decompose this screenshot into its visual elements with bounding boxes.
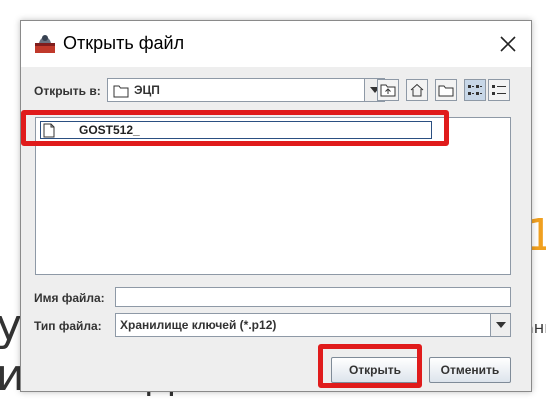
dialog-title: Открыть файл <box>63 33 185 53</box>
up-folder-icon <box>380 84 396 97</box>
file-type-label: Тип файла: <box>34 319 102 333</box>
up-folder-button[interactable] <box>377 79 399 101</box>
file-name-label: Имя файла: <box>34 291 105 305</box>
new-folder-icon <box>438 85 454 97</box>
file-type-combobox[interactable]: Хранилище ключей (*.p12) <box>115 313 511 337</box>
home-icon <box>410 83 424 97</box>
details-view-button[interactable] <box>488 79 510 101</box>
java-icon <box>33 31 57 55</box>
look-in-label: Открыть в: <box>34 84 101 98</box>
file-type-value: Хранилище ключей (*.p12) <box>120 318 277 332</box>
list-view-icon <box>468 85 482 95</box>
details-view-icon <box>492 85 506 95</box>
open-button-highlight <box>318 344 422 388</box>
list-view-button[interactable] <box>464 79 486 101</box>
dialog-titlebar: Открыть файл <box>21 21 531 67</box>
new-folder-button[interactable] <box>435 79 457 101</box>
file-name-input[interactable] <box>115 287 511 307</box>
open-file-dialog: Открыть файл Открыть в: ЭЦП GOST512_ Имя… <box>20 20 532 392</box>
home-button[interactable] <box>406 79 428 101</box>
look-in-value: ЭЦП <box>134 83 160 97</box>
look-in-combobox[interactable]: ЭЦП <box>107 78 385 102</box>
folder-icon <box>113 83 129 102</box>
close-icon <box>500 36 516 52</box>
background-heading-fragment: у <box>0 300 23 351</box>
file-item-highlight <box>21 110 449 146</box>
cancel-button[interactable]: Отменить <box>429 357 511 383</box>
chevron-down-icon[interactable] <box>490 314 510 336</box>
close-button[interactable] <box>485 21 531 67</box>
